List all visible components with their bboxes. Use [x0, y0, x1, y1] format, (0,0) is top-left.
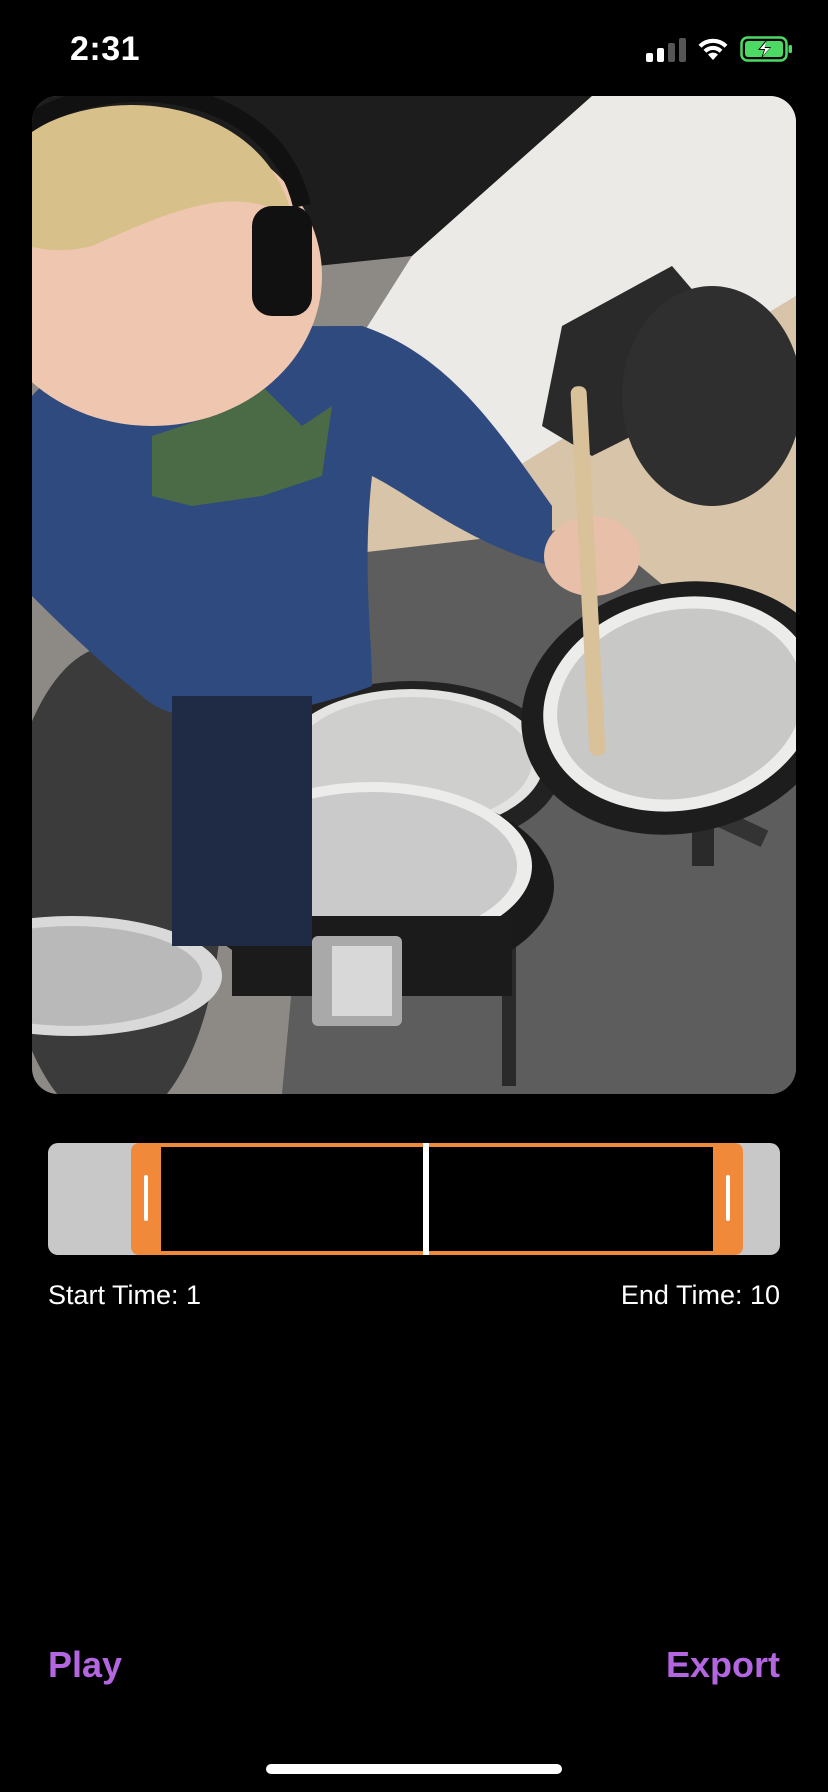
status-bar: 2:31 [0, 0, 828, 96]
export-button[interactable]: Export [666, 1644, 780, 1686]
home-indicator[interactable] [266, 1764, 562, 1774]
video-trimmer[interactable] [48, 1143, 780, 1255]
playhead[interactable] [423, 1143, 429, 1255]
play-button[interactable]: Play [48, 1644, 122, 1686]
video-frame-image [32, 96, 796, 1094]
trim-end-handle[interactable] [726, 1175, 730, 1221]
trim-start-handle[interactable] [144, 1175, 148, 1221]
video-trim-screen: 2:31 Start Time: 1 End Time: 10 Play Exp… [0, 0, 828, 1792]
video-preview[interactable] [32, 96, 796, 1094]
trim-preview-area [161, 1147, 713, 1251]
trim-selection[interactable] [131, 1143, 743, 1255]
status-icons [646, 36, 794, 62]
wifi-icon [698, 38, 728, 60]
status-time: 2:31 [70, 30, 141, 68]
battery-charging-icon [740, 36, 792, 62]
end-time-label: End Time: 10 [620, 1280, 780, 1310]
cellular-signal-icon [646, 36, 686, 62]
start-time-label: Start Time: 1 [48, 1280, 202, 1310]
